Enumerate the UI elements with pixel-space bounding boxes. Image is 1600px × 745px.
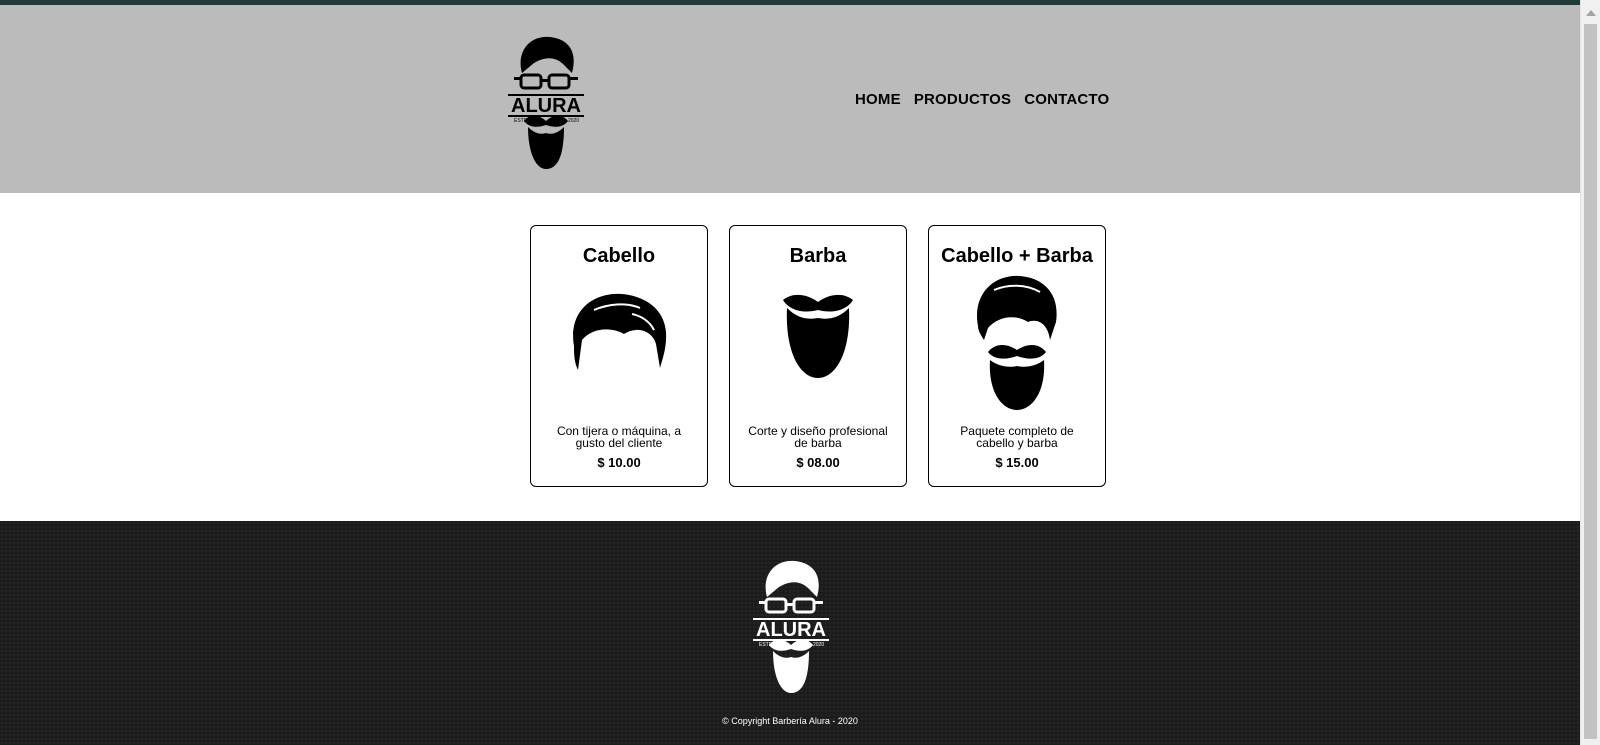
scrollbar-thumb[interactable] bbox=[1584, 24, 1597, 739]
product-title: Cabello bbox=[582, 245, 656, 267]
product-title: Cabello + Barba bbox=[941, 245, 1093, 267]
product-description: Paquete completo de cabello y barba bbox=[960, 424, 1074, 450]
hair-icon bbox=[573, 293, 667, 370]
product-description: Corte y diseño profesional de barba bbox=[748, 424, 888, 450]
nav-productos-link[interactable]: PRODUCTOS bbox=[914, 91, 1011, 108]
vertical-scrollbar[interactable] bbox=[1580, 0, 1600, 745]
product-list: Cabello Con tijera o máquina, a gusto de… bbox=[530, 225, 1106, 487]
product-price: $ 10.00 bbox=[597, 455, 641, 470]
product-image bbox=[531, 274, 707, 424]
main-nav: HOME PRODUCTOS CONTACTO bbox=[855, 91, 1109, 108]
product-title: Barba bbox=[789, 245, 847, 267]
product-description: Con tijera o máquina, a gusto del client… bbox=[556, 424, 682, 450]
svg-text:2020: 2020 bbox=[568, 118, 579, 124]
site-header: ALURA ESTD 2020 HOME PRODUCTOS CONTACTO bbox=[0, 5, 1580, 193]
product-card-barba: Barba Corte y diseño profesional de barb… bbox=[729, 225, 907, 487]
svg-text:ALURA: ALURA bbox=[756, 619, 826, 641]
product-price: $ 15.00 bbox=[995, 455, 1039, 470]
barber-face-icon: ALURA ESTD 2020 bbox=[508, 36, 584, 169]
product-price: $ 08.00 bbox=[796, 455, 840, 470]
svg-text:2020: 2020 bbox=[813, 642, 824, 648]
beard-icon bbox=[783, 294, 853, 378]
alura-logo[interactable]: ALURA ESTD 2020 bbox=[506, 33, 586, 173]
copyright-text: © Copyright Barbería Alura - 2020 bbox=[722, 716, 858, 726]
hair-beard-icon bbox=[977, 275, 1057, 410]
product-card-cabello-barba: Cabello + Barba Paquete completo de cabe… bbox=[928, 225, 1106, 487]
nav-contacto-link[interactable]: CONTACTO bbox=[1024, 91, 1109, 108]
scroll-up-arrow-icon[interactable] bbox=[1586, 10, 1596, 16]
nav-home-link[interactable]: HOME bbox=[855, 91, 901, 108]
barber-face-icon: ALURA ESTD 2020 bbox=[753, 560, 829, 693]
svg-text:ALURA: ALURA bbox=[511, 95, 581, 117]
alura-logo-footer: ALURA ESTD 2020 bbox=[751, 557, 831, 697]
product-card-cabello: Cabello Con tijera o máquina, a gusto de… bbox=[530, 225, 708, 487]
site-footer: ALURA ESTD 2020 © Copyright Barbería Alu… bbox=[0, 521, 1580, 745]
product-image bbox=[730, 274, 906, 424]
product-image bbox=[929, 274, 1105, 424]
